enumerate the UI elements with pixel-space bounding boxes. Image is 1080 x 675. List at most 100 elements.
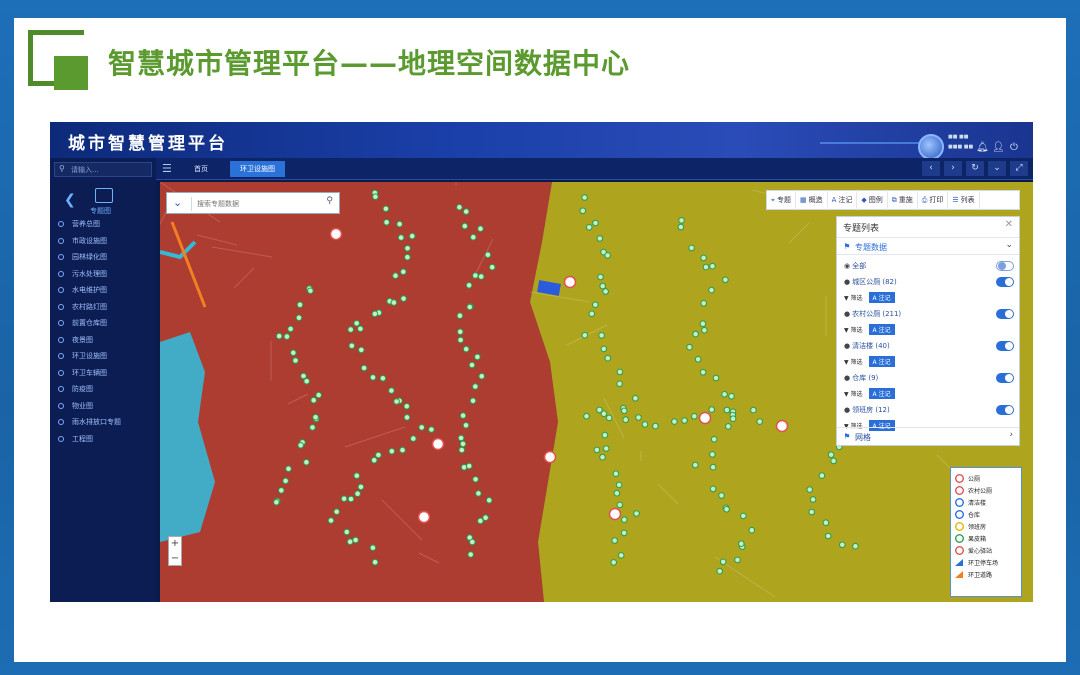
- layer-count: (82): [882, 278, 897, 286]
- avatar[interactable]: [918, 134, 944, 160]
- layer-toggle[interactable]: [996, 373, 1014, 383]
- sidebar-item-label: 前置仓库图: [72, 319, 107, 327]
- fullscreen-icon[interactable]: ⤢: [1010, 161, 1028, 176]
- toolbar-button-label: 列表: [960, 196, 975, 204]
- search-icon[interactable]: ⚲: [326, 196, 333, 206]
- chevron-right-icon[interactable]: ›: [1009, 430, 1013, 440]
- sidebar-item[interactable]: 防疫图: [58, 383, 93, 395]
- sidebar-item[interactable]: 环卫设施图: [58, 350, 107, 362]
- layer-toggle[interactable]: [996, 277, 1014, 287]
- layer-name: 城区公厕: [852, 278, 881, 286]
- layer-count: (12): [875, 406, 890, 414]
- sidebar-item[interactable]: 市政设施图: [58, 235, 107, 247]
- user-icon[interactable]: 👤︎: [992, 142, 1005, 153]
- filter-button[interactable]: ▼ 筛选: [844, 293, 863, 302]
- facility-marker: [297, 442, 304, 449]
- toolbar-button[interactable]: ☰ 列表: [948, 190, 980, 210]
- sidebar-search-input[interactable]: ⚲ 请输入...: [54, 162, 152, 177]
- tab-sanitation-facilities[interactable]: 环卫设施图: [230, 161, 285, 177]
- filter-label: 筛选: [850, 327, 863, 334]
- map-search-input[interactable]: [197, 196, 317, 211]
- toolbar-button[interactable]: ⧉ 重施: [888, 190, 918, 210]
- facility-marker: [475, 490, 482, 497]
- toolbar-button[interactable]: ◆ 图例: [857, 190, 888, 210]
- facility-marker: [469, 538, 476, 546]
- image-icon[interactable]: [95, 188, 113, 203]
- tab-home[interactable]: 首页: [184, 161, 218, 177]
- facility-marker: [456, 328, 464, 336]
- refresh-icon[interactable]: ↻: [966, 161, 984, 176]
- sidebar-item[interactable]: 水电维护图: [58, 284, 107, 296]
- toolbar-button[interactable]: A 注记: [828, 190, 858, 210]
- facility-marker: [616, 380, 623, 388]
- filter-button[interactable]: ▼ 筛选: [844, 389, 863, 398]
- tab-prev-button[interactable]: ‹: [922, 161, 940, 176]
- annotation-button[interactable]: A 注记: [868, 356, 895, 367]
- zoom-out-button[interactable]: −: [169, 552, 181, 567]
- sidebar-item[interactable]: 雨水排放口专题: [58, 416, 121, 428]
- facility-marker: [372, 193, 379, 200]
- sidebar-item[interactable]: 前置仓库图: [58, 317, 107, 329]
- layer-row[interactable]: ● 清洁楼 (40) ▼ 筛选 A 注记: [844, 341, 1014, 367]
- grid-icon: ▦: [799, 196, 807, 204]
- chevron-down-icon[interactable]: ⌄: [988, 161, 1006, 176]
- facility-marker: [729, 415, 737, 422]
- facility-marker: [370, 456, 378, 464]
- panel-grid-section[interactable]: ⚑ 网格 ›: [837, 427, 1019, 445]
- sidebar-item[interactable]: 夜景图: [58, 334, 93, 346]
- close-icon[interactable]: ✕: [1005, 219, 1013, 230]
- facility-marker: [273, 498, 280, 506]
- layer-row[interactable]: ● 仓库 (9) ▼ 筛选 A 注记: [844, 373, 1014, 399]
- sidebar-item[interactable]: 园林绿化图: [58, 251, 107, 263]
- annotation-button[interactable]: A 注记: [868, 388, 895, 399]
- facility-marker: [472, 272, 479, 279]
- facility-marker: [677, 223, 685, 231]
- toolbar-button[interactable]: ▦ 概造: [796, 190, 828, 210]
- facility-marker: [340, 495, 348, 503]
- layer-toggle[interactable]: [996, 405, 1014, 415]
- sidebar-item[interactable]: 农村路灯图: [58, 301, 107, 313]
- menu-icon[interactable]: ☰: [162, 162, 172, 175]
- sidebar-item[interactable]: 营养总图: [58, 218, 100, 230]
- power-icon[interactable]: ⏻: [1010, 142, 1018, 153]
- layer-toggle[interactable]: [996, 309, 1014, 319]
- facility-marker: [592, 219, 599, 227]
- chevron-down-icon[interactable]: ⌄: [1005, 240, 1013, 250]
- layer-all-row[interactable]: ◉ 全部: [844, 261, 1014, 271]
- tab-next-button[interactable]: ›: [944, 161, 962, 176]
- sidebar-item[interactable]: 工程图: [58, 433, 93, 445]
- pin-icon: ●: [844, 374, 851, 382]
- annotation-button[interactable]: A 注记: [868, 324, 895, 335]
- facility-marker: [750, 406, 757, 414]
- bell-icon[interactable]: 🔔︎: [976, 142, 989, 153]
- zoom-in-button[interactable]: +: [169, 537, 181, 552]
- facility-marker: [459, 412, 467, 419]
- facility-marker: [404, 253, 411, 261]
- facility-marker: [585, 224, 593, 231]
- filter-button[interactable]: ▼ 筛选: [844, 325, 863, 334]
- layer-row[interactable]: ● 农村公厕 (211) ▼ 筛选 A 注记: [844, 309, 1014, 335]
- layer-row[interactable]: ● 城区公厕 (82) ▼ 筛选 A 注记: [844, 277, 1014, 303]
- toolbar-button[interactable]: ⎙ 打印: [918, 190, 949, 210]
- sidebar-item[interactable]: 环卫车辆图: [58, 367, 107, 379]
- app-screenshot: 城市智慧管理平台 ■■ ■■ ■■■ ■■ 🔔︎ 👤︎ ⏻ ⚲ 请输入... ❮…: [50, 122, 1033, 602]
- annotation-button[interactable]: A 注记: [868, 292, 895, 303]
- sidebar-item[interactable]: 物业图: [58, 400, 93, 412]
- panel-section-header[interactable]: ⚑ 专题数据 ⌄: [837, 237, 1019, 255]
- layer-toggle[interactable]: [996, 341, 1014, 351]
- toilet-marker: [329, 227, 343, 241]
- chevron-down-icon[interactable]: ⌄: [173, 196, 182, 209]
- facility-marker: [357, 483, 365, 491]
- toggle-all[interactable]: [996, 261, 1014, 271]
- chevron-left-icon[interactable]: ❮: [64, 192, 76, 208]
- toilet-marker: [775, 419, 789, 433]
- radio-icon[interactable]: ◉: [844, 262, 850, 270]
- header-decoration: [820, 142, 930, 150]
- sidebar-item[interactable]: 污水处理图: [58, 268, 107, 280]
- flag-icon: ⚑: [844, 432, 850, 441]
- map-search-box[interactable]: ⌄ ⚲: [166, 192, 340, 214]
- toolbar-button[interactable]: ⌖ 专题: [767, 190, 796, 210]
- filter-button[interactable]: ▼ 筛选: [844, 357, 863, 366]
- map-view[interactable]: ⌄ ⚲ + − ⌖专题▦概造A注记◆图例⧉重施⎙打印☰列表 专题列表 ✕ ⚑ 专…: [160, 182, 1033, 602]
- facility-marker: [734, 556, 741, 564]
